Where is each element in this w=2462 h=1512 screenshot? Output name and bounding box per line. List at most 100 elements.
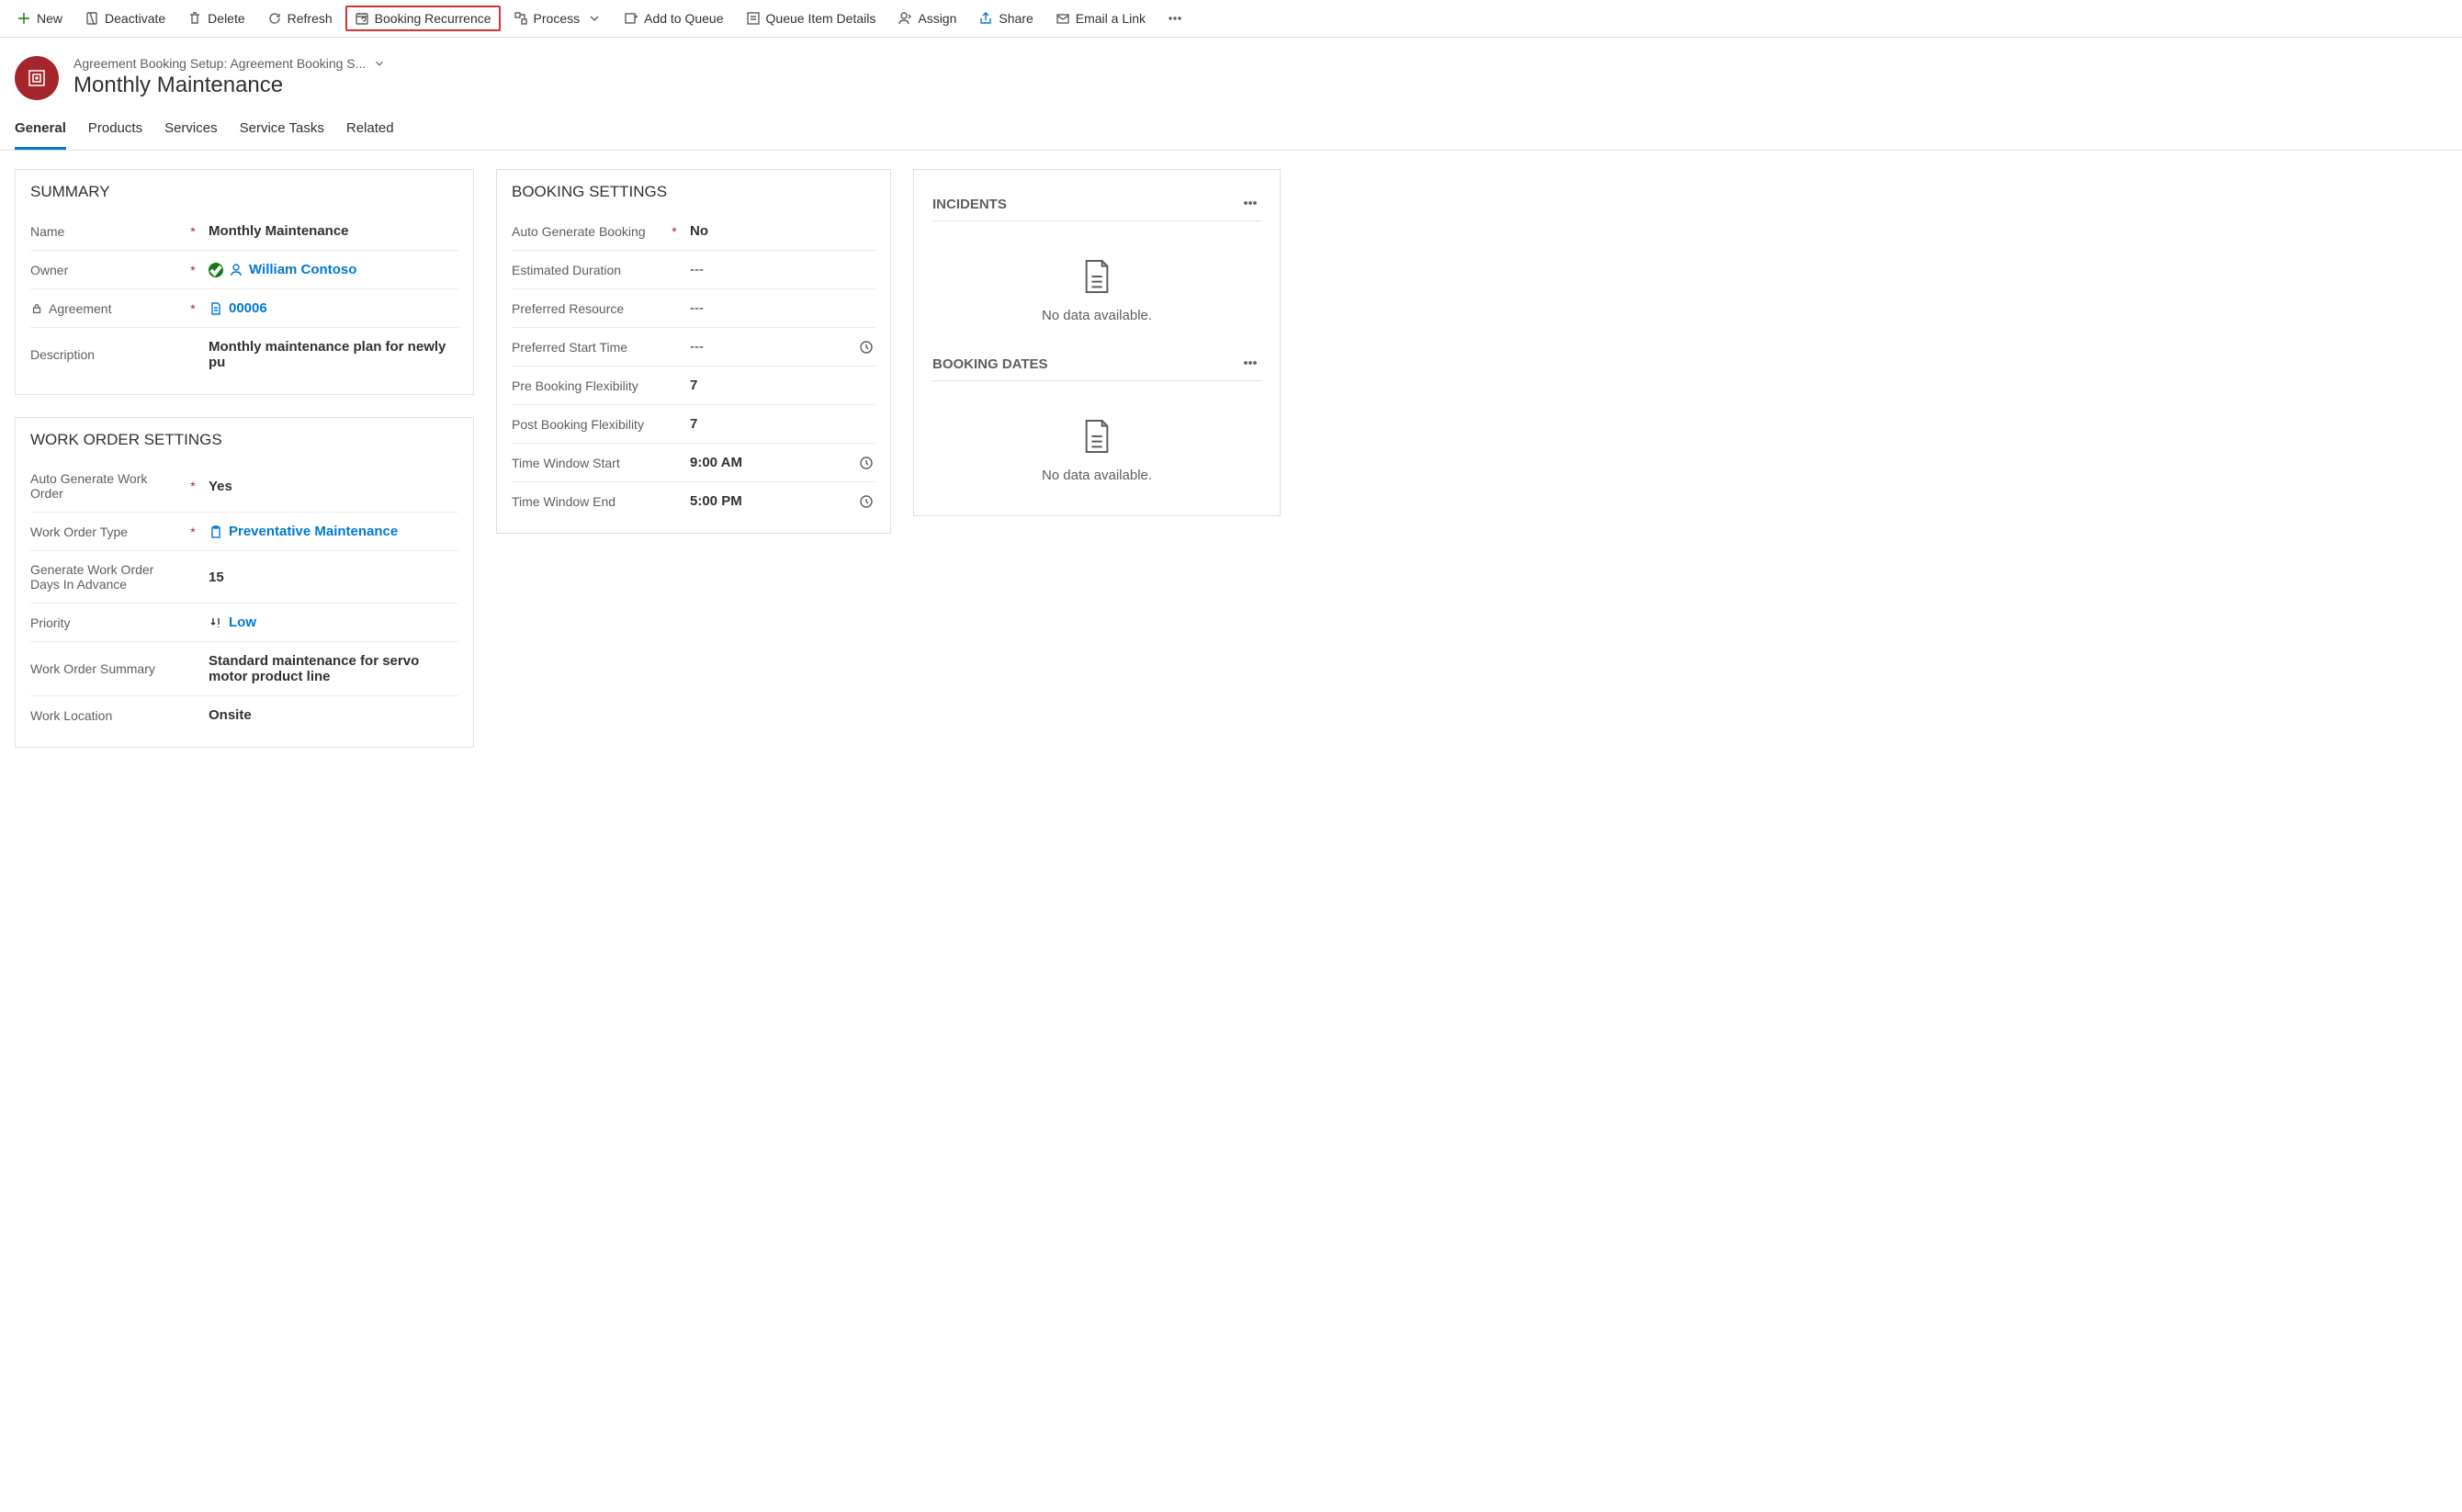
priority-link: Low	[229, 615, 256, 630]
post-flex-field-row[interactable]: Post Booking Flexibility 7	[512, 405, 875, 444]
description-label: Description	[30, 347, 177, 362]
location-label: Work Location	[30, 708, 177, 723]
wo-type-value[interactable]: Preventative Maintenance	[209, 524, 458, 539]
agreement-field-row[interactable]: Agreement * 00006	[30, 289, 458, 328]
breadcrumb: Agreement Booking Setup: Agreement Booki…	[73, 56, 366, 71]
priority-icon	[209, 615, 223, 630]
tab-general[interactable]: General	[15, 109, 66, 150]
clock-icon	[859, 494, 874, 509]
queue-details-icon	[746, 11, 761, 26]
post-flex-value: 7	[690, 416, 848, 432]
breadcrumb-row[interactable]: Agreement Booking Setup: Agreement Booki…	[73, 56, 386, 71]
priority-value[interactable]: Low	[209, 615, 458, 630]
clock-icon-col[interactable]	[857, 340, 875, 355]
owner-field-row[interactable]: Owner * William Contoso	[30, 251, 458, 289]
assign-button[interactable]: Assign	[888, 6, 966, 31]
required-indicator: *	[186, 525, 199, 539]
window-end-field-row[interactable]: Time Window End 5:00 PM	[512, 482, 875, 520]
required-indicator: *	[186, 224, 199, 239]
required-indicator: *	[186, 263, 199, 277]
name-field-row[interactable]: Name * Monthly Maintenance	[30, 212, 458, 251]
more-icon	[1168, 11, 1182, 26]
calendar-recurrence-icon	[355, 11, 369, 26]
window-start-field-row[interactable]: Time Window Start 9:00 AM	[512, 444, 875, 482]
duration-label: Estimated Duration	[512, 263, 659, 277]
window-start-label: Time Window Start	[512, 456, 659, 470]
document-icon	[209, 301, 223, 316]
window-start-value: 9:00 AM	[690, 455, 848, 470]
priority-field-row[interactable]: Priority Low	[30, 604, 458, 642]
booking-setup-icon	[26, 67, 48, 89]
column-left: SUMMARY Name * Monthly Maintenance Owner…	[15, 169, 474, 748]
person-icon	[229, 263, 243, 277]
delete-label: Delete	[208, 11, 244, 26]
clock-icon-col[interactable]	[857, 456, 875, 470]
days-advance-field-row[interactable]: Generate Work Order Days In Advance 15	[30, 551, 458, 604]
required-indicator: *	[668, 224, 681, 239]
description-field-row[interactable]: Description Monthly maintenance plan for…	[30, 328, 458, 381]
pre-flex-field-row[interactable]: Pre Booking Flexibility 7	[512, 367, 875, 405]
wo-summary-label: Work Order Summary	[30, 661, 177, 676]
start-time-label: Preferred Start Time	[512, 340, 659, 355]
required-indicator: *	[186, 301, 199, 316]
process-label: Process	[534, 11, 581, 26]
resource-label: Preferred Resource	[512, 301, 659, 316]
queue-item-details-button[interactable]: Queue Item Details	[737, 6, 886, 31]
process-button[interactable]: Process	[504, 6, 612, 31]
summary-section: SUMMARY Name * Monthly Maintenance Owner…	[15, 169, 474, 395]
tab-service-tasks[interactable]: Service Tasks	[240, 109, 324, 150]
booking-dates-empty-state: No data available.	[932, 418, 1261, 483]
booking-recurrence-button[interactable]: Booking Recurrence	[345, 6, 501, 31]
resource-field-row[interactable]: Preferred Resource ---	[512, 289, 875, 328]
add-to-queue-label: Add to Queue	[644, 11, 723, 26]
deactivate-button[interactable]: Deactivate	[75, 6, 175, 31]
auto-gen-booking-value: No	[690, 223, 848, 239]
duration-field-row[interactable]: Estimated Duration ---	[512, 251, 875, 289]
name-value: Monthly Maintenance	[209, 223, 458, 239]
refresh-icon	[267, 11, 282, 26]
overflow-button[interactable]	[1158, 6, 1191, 31]
tab-services[interactable]: Services	[164, 109, 218, 150]
booking-recurrence-label: Booking Recurrence	[375, 11, 491, 26]
share-label: Share	[999, 11, 1033, 26]
refresh-button[interactable]: Refresh	[258, 6, 342, 31]
auto-gen-wo-field-row[interactable]: Auto Generate Work Order * Yes	[30, 460, 458, 513]
priority-label: Priority	[30, 615, 177, 630]
tab-related[interactable]: Related	[346, 109, 394, 150]
chevron-down-icon	[587, 11, 602, 26]
share-button[interactable]: Share	[969, 6, 1042, 31]
auto-gen-wo-label: Auto Generate Work Order	[30, 471, 177, 501]
delete-button[interactable]: Delete	[178, 6, 254, 31]
more-icon	[1243, 355, 1258, 370]
right-panel: INCIDENTS No data available. BOOKING DAT…	[913, 169, 1281, 516]
header-titles: Agreement Booking Setup: Agreement Booki…	[73, 56, 386, 98]
new-label: New	[37, 11, 62, 26]
start-time-field-row[interactable]: Preferred Start Time ---	[512, 328, 875, 367]
entity-icon	[15, 56, 59, 100]
required-indicator: *	[186, 479, 199, 493]
more-icon	[1243, 196, 1258, 210]
work-order-section: WORK ORDER SETTINGS Auto Generate Work O…	[15, 417, 474, 748]
deactivate-icon	[85, 11, 99, 26]
assign-label: Assign	[918, 11, 956, 26]
wo-summary-field-row[interactable]: Work Order Summary Standard maintenance …	[30, 642, 458, 696]
description-value: Monthly maintenance plan for newly pu	[209, 339, 458, 370]
incidents-more-button[interactable]	[1239, 192, 1261, 217]
pre-flex-label: Pre Booking Flexibility	[512, 378, 659, 393]
clock-icon-col[interactable]	[857, 494, 875, 509]
new-button[interactable]: New	[7, 6, 72, 31]
location-field-row[interactable]: Work Location Onsite	[30, 696, 458, 734]
post-flex-label: Post Booking Flexibility	[512, 417, 659, 432]
auto-gen-booking-field-row[interactable]: Auto Generate Booking * No	[512, 212, 875, 251]
incidents-empty-state: No data available.	[932, 258, 1261, 323]
owner-value[interactable]: William Contoso	[209, 262, 458, 277]
agreement-value[interactable]: 00006	[209, 300, 458, 316]
start-time-value: ---	[690, 339, 848, 355]
refresh-label: Refresh	[288, 11, 333, 26]
email-link-label: Email a Link	[1076, 11, 1146, 26]
tab-products[interactable]: Products	[88, 109, 142, 150]
booking-dates-more-button[interactable]	[1239, 352, 1261, 377]
add-to-queue-button[interactable]: Add to Queue	[615, 6, 732, 31]
wo-type-field-row[interactable]: Work Order Type * Preventative Maintenan…	[30, 513, 458, 551]
email-link-button[interactable]: Email a Link	[1046, 6, 1155, 31]
